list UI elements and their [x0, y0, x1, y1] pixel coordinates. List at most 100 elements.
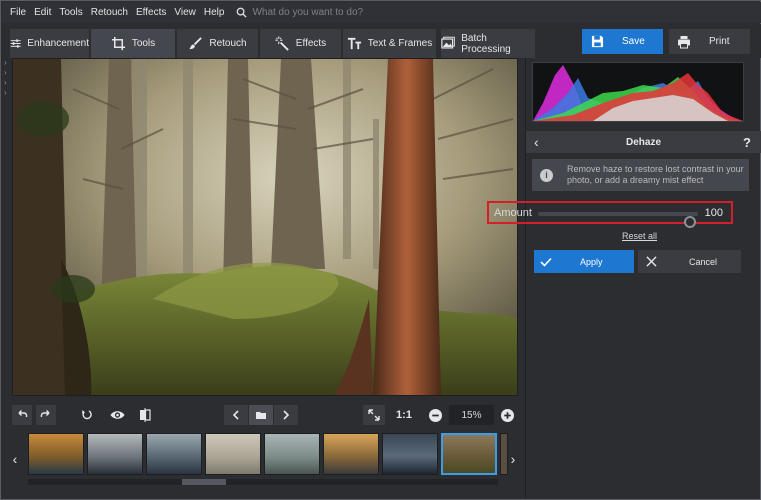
checkmark-icon [540, 257, 552, 267]
photo-canvas[interactable] [12, 58, 518, 396]
menu-view[interactable]: View [174, 7, 196, 18]
tab-text-frames[interactable]: Text & Frames [343, 29, 437, 58]
sliders-icon [10, 39, 21, 48]
forest-photo [13, 59, 517, 395]
sparkle-wand-icon [275, 36, 289, 51]
amount-label: Amount [494, 206, 532, 219]
canvas-control-bar: 1:1 15% [2, 401, 524, 429]
filmstrip-scrollbar[interactable] [28, 479, 498, 485]
help-icon[interactable]: ? [743, 135, 751, 150]
redo-icon [40, 410, 50, 418]
plus-circle-icon [500, 408, 514, 422]
chevron-right-icon: › [4, 68, 7, 77]
zoom-level-field[interactable]: 15% [449, 405, 494, 425]
chevron-right-icon: › [4, 58, 7, 67]
filmstrip: ‹ › [2, 429, 524, 489]
print-button[interactable]: Print [669, 29, 750, 54]
apply-button[interactable]: Apply [534, 250, 634, 273]
close-icon [646, 256, 657, 267]
scrollbar-thumb[interactable] [182, 479, 226, 485]
preview-eye-button[interactable] [104, 405, 130, 425]
film-thumbnail[interactable] [264, 433, 320, 475]
tab-enhancement-label: Enhancement [27, 38, 89, 49]
save-button[interactable]: Save [582, 29, 663, 54]
tab-tools[interactable]: Tools [91, 29, 176, 58]
filmstrip-next-button[interactable]: › [504, 429, 522, 489]
text-icon [347, 37, 361, 50]
undo-icon [18, 410, 28, 418]
chevron-left-icon [232, 410, 239, 420]
zoom-in-button[interactable] [497, 405, 517, 425]
main-toolbar: Enhancement Tools Retouch Effects Text &… [2, 24, 761, 58]
tab-batch-processing-label: Batch Processing [461, 32, 511, 55]
next-image-button[interactable] [274, 405, 298, 425]
amount-slider-track[interactable] [538, 212, 698, 228]
film-thumbnail-selected[interactable] [441, 433, 497, 475]
tab-text-frames-label: Text & Frames [367, 38, 433, 49]
prev-image-button[interactable] [224, 405, 248, 425]
fit-to-screen-button[interactable] [363, 405, 385, 425]
info-icon: i [540, 168, 553, 182]
chevron-right-icon: › [4, 88, 7, 97]
film-thumbnail[interactable] [146, 433, 202, 475]
images-icon [441, 36, 455, 49]
histogram-graph [533, 65, 743, 121]
menu-retouch[interactable]: Retouch [91, 7, 128, 18]
film-thumbnail[interactable] [28, 433, 84, 475]
save-label: Save [622, 36, 645, 47]
redo-button[interactable] [36, 405, 56, 425]
menu-tools[interactable]: Tools [59, 7, 82, 18]
compare-icon [140, 408, 151, 422]
film-thumbnail[interactable] [382, 433, 438, 475]
chevron-left-icon: ‹ [12, 451, 18, 467]
tab-effects-label: Effects [295, 38, 327, 49]
info-text: Remove haze to restore lost contrast in … [567, 164, 744, 185]
amount-slider-handle[interactable] [684, 216, 696, 228]
floppy-disk-icon [591, 35, 604, 48]
tab-retouch[interactable]: Retouch [177, 29, 259, 58]
minus-circle-icon [428, 408, 442, 422]
menu-file[interactable]: File [10, 7, 26, 18]
folder-icon [256, 412, 266, 419]
search-placeholder[interactable]: What do you want to do? [252, 7, 363, 18]
film-thumbnail[interactable] [323, 433, 379, 475]
crop-icon [111, 36, 125, 51]
app-window: File Edit Tools Retouch Effects View Hel… [0, 0, 761, 500]
right-panel: ‹ Dehaze ? i Remove haze to restore lost… [487, 58, 761, 498]
amount-slider-row: Amount 100 [487, 201, 733, 228]
menu-effects[interactable]: Effects [136, 7, 166, 18]
before-after-button[interactable] [134, 405, 156, 425]
expand-icon [368, 409, 380, 421]
cancel-button[interactable]: Cancel [638, 250, 741, 273]
zoom-out-button[interactable] [425, 405, 445, 425]
film-thumbnail[interactable] [205, 433, 261, 475]
actual-size-button[interactable]: 1:1 [392, 405, 416, 425]
eye-icon [110, 411, 124, 419]
chevron-right-icon [283, 410, 290, 420]
filmstrip-prev-button[interactable]: ‹ [6, 429, 24, 489]
search-box[interactable]: What do you want to do? [236, 7, 363, 18]
search-icon [237, 7, 248, 18]
tab-batch-processing[interactable]: Batch Processing [441, 29, 536, 58]
rotate-icon [82, 410, 92, 420]
chevron-right-icon: › [510, 451, 516, 467]
apply-label: Apply [580, 256, 603, 267]
dehaze-title: Dehaze [625, 136, 661, 148]
left-panel-strip[interactable]: › › › › [2, 58, 11, 398]
info-box: i Remove haze to restore lost contrast i… [532, 159, 749, 191]
open-folder-button[interactable] [249, 405, 273, 425]
film-thumbnail[interactable] [87, 433, 143, 475]
menu-edit[interactable]: Edit [34, 7, 51, 18]
print-label: Print [709, 36, 730, 47]
tab-retouch-label: Retouch [209, 38, 247, 49]
tab-enhancement[interactable]: Enhancement [10, 29, 90, 58]
reset-all-link[interactable]: Reset all [622, 231, 657, 241]
menu-help[interactable]: Help [204, 7, 225, 18]
cancel-label: Cancel [689, 256, 718, 267]
histogram [532, 62, 744, 122]
tab-effects[interactable]: Effects [260, 29, 342, 58]
tab-tools-label: Tools [131, 38, 156, 49]
brush-icon [189, 37, 203, 50]
reset-rotate-button[interactable] [76, 405, 98, 425]
undo-button[interactable] [12, 405, 32, 425]
